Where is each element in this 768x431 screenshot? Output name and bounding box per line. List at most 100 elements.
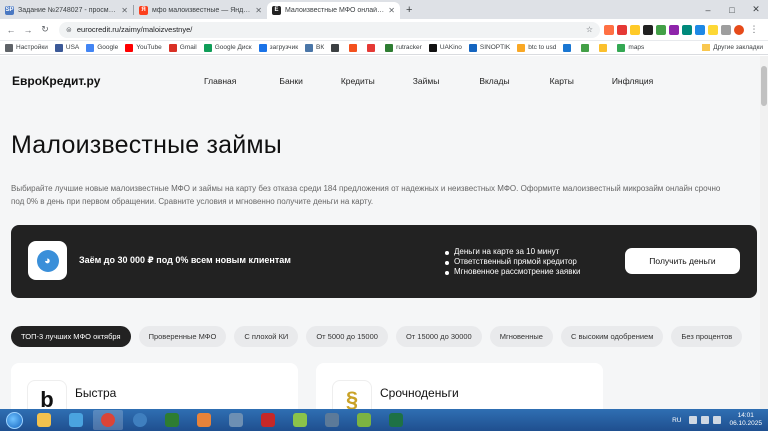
filter-chip-top3[interactable]: ТОП-3 лучших МФО октября [11, 326, 131, 347]
chrome-icon [101, 413, 115, 427]
promo-logo: ◕ [28, 241, 67, 280]
bookmark-item[interactable] [581, 43, 592, 52]
extensions-puzzle-icon[interactable] [721, 24, 731, 35]
other-bookmarks[interactable]: Другие закладки [702, 44, 763, 51]
clock[interactable]: 14:01 06.10.2025 [729, 412, 762, 428]
nav-item-deposits[interactable]: Вклады [479, 76, 509, 86]
nav-item-inflation[interactable]: Инфляция [612, 76, 653, 86]
extension-icon[interactable] [682, 24, 692, 35]
bookmark-item[interactable]: UAKino [428, 43, 462, 52]
start-button[interactable] [0, 409, 28, 431]
filter-chip-high-approval[interactable]: С высоким одобрением [560, 326, 664, 347]
profile-avatar[interactable] [734, 24, 744, 35]
nav-item-home[interactable]: Главная [204, 76, 236, 86]
favicon-icon: Е [272, 6, 281, 15]
new-tab-button[interactable]: + [406, 4, 412, 16]
menu-kebab-icon[interactable]: ⋮ [747, 24, 761, 35]
site-info-icon[interactable]: ⊜ [66, 26, 72, 34]
network-icon[interactable] [701, 416, 710, 424]
windows-taskbar: RU 14:01 06.10.2025 [0, 409, 768, 431]
filter-chip-verified[interactable]: Проверенные МФО [138, 326, 227, 347]
bookmark-item[interactable]: Настройки [5, 43, 48, 52]
bookmark-item[interactable] [367, 43, 378, 52]
taskbar-app[interactable] [221, 410, 251, 430]
close-window-button[interactable]: ✕ [744, 4, 768, 15]
nav-item-cards[interactable]: Карты [550, 76, 574, 86]
extension-icon[interactable] [708, 24, 718, 35]
monitor-icon [325, 413, 339, 427]
extension-icon[interactable] [604, 24, 614, 35]
bookmark-item[interactable] [563, 43, 574, 52]
address-bar[interactable]: ⊜ eurocredit.ru/zaimy/maloizvestnye/ ☆ [59, 21, 600, 38]
filter-chip-15000-30000[interactable]: От 15000 до 30000 [395, 326, 482, 347]
bookmark-item[interactable]: ВК [305, 43, 324, 52]
tray-arrow-icon[interactable] [689, 416, 698, 424]
extension-icon[interactable] [656, 24, 666, 35]
extension-icon[interactable] [630, 24, 640, 35]
bookmark-icon [581, 43, 590, 52]
extension-icon[interactable] [669, 24, 679, 35]
extension-icon[interactable] [643, 24, 653, 35]
filter-chip-no-interest[interactable]: Без процентов [671, 326, 743, 347]
filter-chip-bad-credit[interactable]: С плохой КИ [234, 326, 299, 347]
bookmark-item[interactable] [331, 43, 342, 52]
lender-card[interactable]: b Быстра [11, 363, 298, 409]
taskbar-app[interactable] [349, 410, 379, 430]
bookmark-item[interactable]: USA [54, 43, 79, 52]
bookmark-item[interactable] [599, 43, 610, 52]
tab-0[interactable]: SP Задание №2748027 - просмотр з ✕ [0, 2, 133, 19]
language-indicator[interactable]: RU [672, 417, 681, 424]
nav-item-banks[interactable]: Банки [279, 76, 302, 86]
bookmark-item[interactable]: Google Диск [203, 43, 252, 52]
filter-chip-5000-15000[interactable]: От 5000 до 15000 [306, 326, 388, 347]
app-icon [293, 413, 307, 427]
volume-icon[interactable] [713, 416, 722, 424]
taskbar-app-chrome[interactable] [93, 410, 123, 430]
bookmark-item[interactable]: Google [86, 43, 118, 52]
bookmark-item[interactable]: SINOPTIK [468, 43, 510, 52]
taskbar-app-media[interactable] [189, 410, 219, 430]
bookmark-icon [617, 43, 626, 52]
tab-label: Малоизвестные МФО онлайн и н [285, 7, 386, 14]
bookmark-item[interactable]: rutracker [385, 43, 422, 52]
close-icon[interactable]: ✕ [121, 6, 128, 15]
extension-icon[interactable] [617, 24, 627, 35]
bookmark-item[interactable]: YouTube [125, 43, 162, 52]
site-logo[interactable]: ЕвроКредит.ру [12, 74, 100, 88]
get-money-button[interactable]: Получить деньги [625, 248, 740, 274]
taskbar-app-excel[interactable] [381, 410, 411, 430]
nav-item-credits[interactable]: Кредиты [341, 76, 375, 86]
extension-icon[interactable] [695, 24, 705, 35]
close-icon[interactable]: ✕ [388, 6, 395, 15]
media-player-icon [197, 413, 211, 427]
tab-2-active[interactable]: Е Малоизвестные МФО онлайн и н ✕ [267, 2, 400, 19]
minimize-button[interactable]: – [696, 5, 720, 15]
bookmark-item[interactable]: загрузчик [258, 43, 298, 52]
back-icon[interactable]: ← [4, 25, 18, 35]
bookmark-item[interactable]: btc to usd [517, 43, 556, 52]
bookmark-item[interactable] [349, 43, 360, 52]
taskbar-app[interactable] [253, 410, 283, 430]
taskbar-app[interactable] [125, 410, 155, 430]
lender-card[interactable]: § Срочноденьги [316, 363, 603, 409]
taskbar-app[interactable] [61, 410, 91, 430]
app-icon [357, 413, 371, 427]
bookmark-icon [331, 43, 340, 52]
reload-icon[interactable]: ↻ [38, 24, 52, 35]
bookmark-item[interactable]: Gmail [168, 43, 197, 52]
taskbar-app[interactable] [157, 410, 187, 430]
taskbar-app[interactable] [317, 410, 347, 430]
page-scrollbar[interactable] [760, 56, 768, 409]
nav-item-loans[interactable]: Займы [413, 76, 440, 86]
bookmark-item[interactable]: maps [617, 43, 644, 52]
windows-logo-icon [5, 411, 23, 429]
filter-chip-instant[interactable]: Мгновенные [489, 326, 553, 347]
bookmark-star-icon[interactable]: ☆ [586, 25, 593, 34]
taskbar-app-explorer[interactable] [29, 410, 59, 430]
close-icon[interactable]: ✕ [255, 6, 262, 15]
forward-icon[interactable]: → [21, 25, 35, 35]
tab-1[interactable]: Я мфо малоизвестные — Яндекс: на ✕ [134, 2, 267, 19]
scrollbar-thumb[interactable] [761, 66, 767, 106]
maximize-button[interactable]: □ [720, 5, 744, 15]
taskbar-app[interactable] [285, 410, 315, 430]
